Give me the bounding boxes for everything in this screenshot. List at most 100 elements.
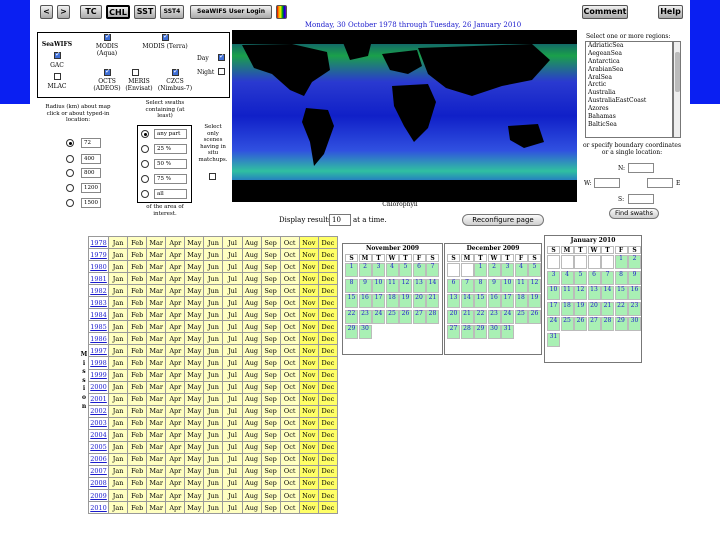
year-link[interactable]: 1982 [87,284,110,298]
month-link[interactable]: Mar [146,320,167,334]
calendar-day[interactable]: 2 [487,263,501,277]
month-link[interactable]: Jun [203,284,224,298]
month-link[interactable]: Nov [298,320,319,334]
month-link[interactable]: Oct [279,356,300,370]
back-button[interactable]: < [40,5,53,19]
month-link[interactable]: Mar [146,476,167,490]
month-link[interactable]: Jun [203,452,224,466]
month-link[interactable]: Mar [146,260,167,274]
month-link[interactable]: Aug [241,464,262,478]
calendar-day[interactable]: 20 [447,309,460,324]
month-link[interactable]: Feb [127,260,148,274]
month-link[interactable]: Jun [203,464,224,478]
calendar-day[interactable]: 29 [345,325,358,339]
month-link[interactable]: Jul [222,392,243,406]
month-link[interactable]: Nov [298,464,319,478]
calendar-day[interactable]: 11 [385,278,399,293]
calendar-day[interactable]: 14 [460,294,474,308]
month-link[interactable]: Aug [241,488,262,503]
month-link[interactable]: Apr [165,416,186,430]
calendar-day[interactable]: 27 [587,317,601,331]
month-link[interactable]: May [184,392,205,406]
month-link[interactable]: Jan [108,428,129,442]
month-link[interactable]: Apr [165,368,186,382]
calendar-day[interactable]: 20 [587,301,601,316]
month-link[interactable]: Dec [317,368,339,382]
month-link[interactable]: Dec [317,260,339,274]
month-link[interactable]: Jan [108,416,129,430]
month-link[interactable]: Jan [108,332,129,346]
month-link[interactable]: Dec [317,464,339,478]
month-link[interactable]: May [184,428,205,442]
west-input[interactable] [594,178,620,188]
month-link[interactable]: Jan [108,308,129,322]
calendar-day[interactable]: 15 [345,294,358,308]
year-link[interactable]: 2000 [87,380,110,394]
radius-option[interactable]: 800 [66,168,106,179]
month-link[interactable]: Mar [146,464,167,478]
month-link[interactable]: Jun [203,428,224,442]
month-link[interactable]: Jul [222,464,243,478]
calendar-day[interactable]: 17 [501,294,514,308]
year-link[interactable]: 1978 [87,235,110,250]
find-swaths-button[interactable]: Find swaths [609,208,659,219]
month-link[interactable]: Jan [108,235,129,250]
month-link[interactable]: Dec [317,476,339,490]
month-link[interactable]: Nov [298,440,319,454]
swath-option[interactable]: all [141,189,191,200]
month-link[interactable]: Jun [203,476,224,490]
month-link[interactable]: Jun [203,332,224,346]
region-option[interactable]: AustraliaEastCoast [586,97,672,105]
modis-aqua-checkbox[interactable] [104,32,111,41]
month-link[interactable]: Nov [298,501,319,515]
month-link[interactable]: Nov [298,368,319,382]
month-link[interactable]: Jun [203,308,224,322]
month-link[interactable]: Apr [165,392,186,406]
calendar-day[interactable]: 24 [501,309,514,324]
month-link[interactable]: Jul [222,272,243,286]
calendar-day[interactable]: 10 [547,286,560,300]
calendar-day[interactable]: 23 [628,301,641,316]
month-link[interactable]: Nov [298,392,319,406]
calendar-day[interactable]: 15 [474,294,487,308]
month-link[interactable]: Mar [146,248,167,262]
results-per-page-input[interactable]: 10 [329,214,351,226]
calendar-day[interactable]: 28 [601,317,614,331]
region-option[interactable]: BalticSea [586,121,672,129]
month-link[interactable]: Aug [241,380,262,394]
region-option[interactable]: Arctic [586,81,672,89]
calendar-day[interactable]: 29 [474,325,487,339]
calendar-day[interactable]: 4 [514,263,528,277]
year-link[interactable]: 1983 [87,296,110,310]
south-input[interactable] [628,194,654,204]
month-link[interactable]: Jul [222,320,243,334]
calendar-day[interactable]: 1 [614,255,628,269]
month-link[interactable]: Jul [222,428,243,442]
month-link[interactable]: Sep [260,235,281,250]
month-link[interactable]: Jun [203,440,224,454]
month-link[interactable]: Jun [203,235,224,250]
year-link[interactable]: 2004 [87,428,110,442]
sst-button[interactable]: SST [134,5,156,19]
calendar-day[interactable]: 11 [560,286,574,300]
month-link[interactable]: Oct [279,344,300,358]
calendar-day[interactable]: 7 [426,263,439,277]
region-option[interactable]: Bahamas [586,113,672,121]
year-link[interactable]: 2010 [87,501,110,515]
month-link[interactable]: Nov [298,488,319,503]
month-link[interactable]: Apr [165,464,186,478]
calendar-day[interactable]: 30 [487,325,501,339]
swath-option[interactable]: 75 % [141,174,191,185]
chlorophyll-world-map[interactable] [232,30,577,202]
month-link[interactable]: May [184,272,205,286]
month-link[interactable]: Nov [298,452,319,466]
calendar-day[interactable]: 10 [501,278,514,293]
month-link[interactable]: Feb [127,308,148,322]
month-link[interactable]: Dec [317,296,339,310]
month-link[interactable]: May [184,356,205,370]
radio-icon[interactable] [66,199,74,207]
month-link[interactable]: Sep [260,404,281,418]
month-link[interactable]: Jul [222,452,243,466]
month-link[interactable]: Oct [279,428,300,442]
calendar-day[interactable]: 22 [614,301,628,316]
